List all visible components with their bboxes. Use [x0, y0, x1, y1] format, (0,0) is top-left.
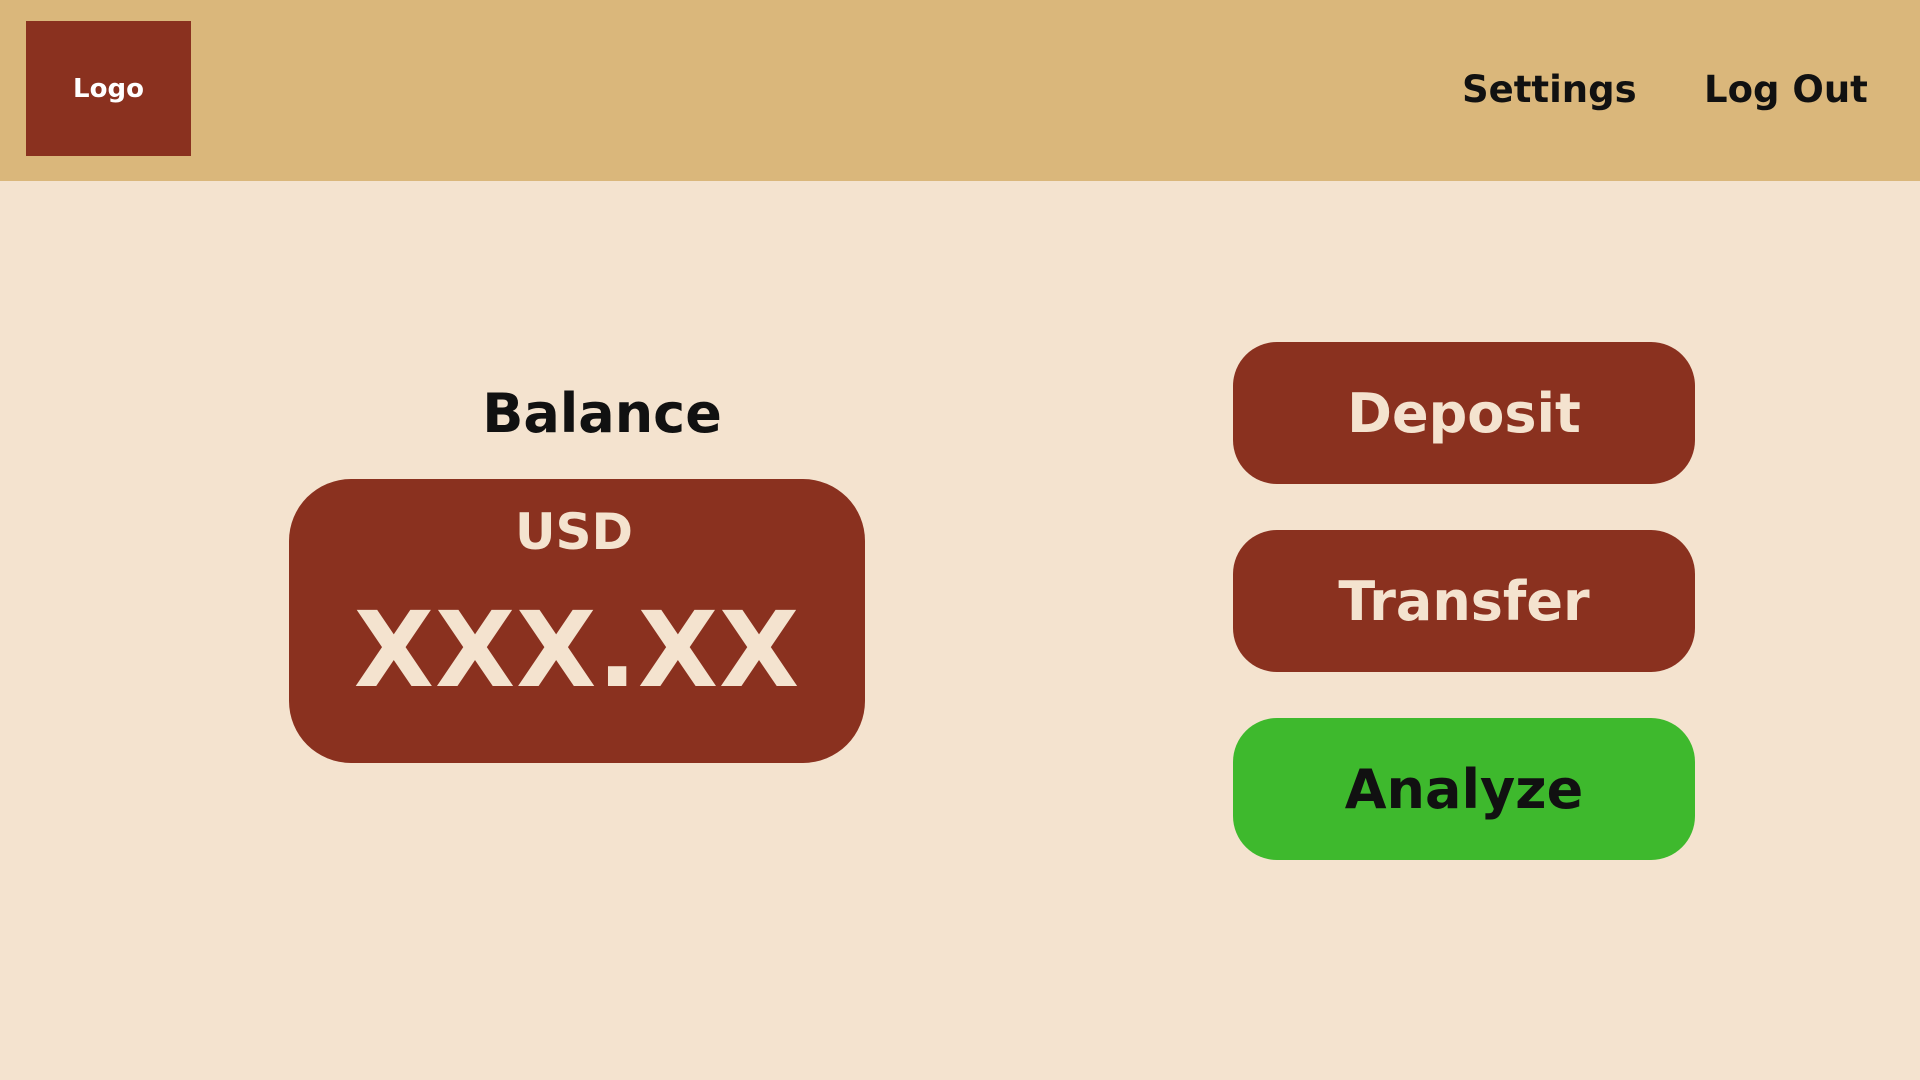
balance-amount: XXX.XX — [353, 589, 801, 711]
analyze-button[interactable]: Analyze — [1233, 718, 1695, 860]
currency-label: USD — [514, 503, 634, 561]
logo[interactable]: Logo — [26, 21, 191, 156]
deposit-button[interactable]: Deposit — [1233, 342, 1695, 484]
balance-title: Balance — [482, 382, 722, 445]
transfer-button[interactable]: Transfer — [1233, 530, 1695, 672]
settings-link[interactable]: Settings — [1462, 64, 1637, 116]
logout-link[interactable]: Log Out — [1704, 64, 1868, 116]
top-navigation-bar: Logo Settings Log Out — [0, 0, 1920, 181]
balance-card: USD XXX.XX — [289, 479, 865, 763]
banking-dashboard: Logo Settings Log Out Balance USD XXX.XX… — [0, 0, 1920, 1080]
